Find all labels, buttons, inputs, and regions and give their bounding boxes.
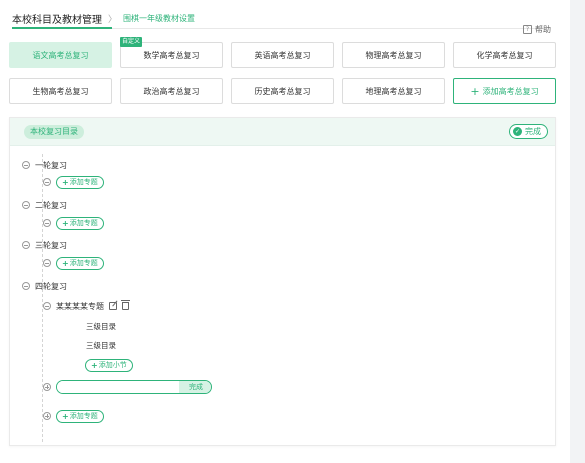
subject-label: 语文高考总复习 (32, 50, 89, 60)
subject-label: 地理高考总复习 (365, 86, 422, 96)
plus-icon: + (62, 218, 69, 228)
breadcrumb-root[interactable]: 本校科目及教材管理 (12, 11, 102, 26)
tree-node-round-1: 一轮复习 (22, 158, 67, 172)
add-topic-label: 添加专题 (69, 412, 98, 420)
plus-icon: + (62, 258, 69, 268)
tree-node-topic: 某某某某专题 (43, 299, 130, 313)
subject-label: 政治高考总复习 (143, 86, 200, 96)
add-section-label: 添加小节 (98, 361, 127, 369)
subject-label: 历史高考总复习 (254, 86, 311, 96)
round-label: 二轮复习 (35, 200, 67, 210)
topic-label: 某某某某专题 (56, 301, 104, 311)
expand-icon[interactable] (43, 412, 51, 420)
collapse-icon[interactable] (22, 201, 30, 209)
header-active-underline (12, 27, 112, 29)
new-topic-field: 完成 (56, 380, 212, 394)
tree-node-level3: 三级目录 (86, 319, 116, 333)
add-subject-button[interactable]: + 添加高考总复习 (453, 78, 556, 104)
plus-icon: + (62, 177, 69, 187)
new-topic-done-button[interactable]: 完成 (179, 381, 211, 393)
add-topic-button[interactable]: + 添加专题 (56, 175, 104, 189)
tree-row-add-topic: + 添加专题 (43, 216, 104, 230)
plus-icon: + (91, 360, 98, 370)
add-subject-label: 添加高考总复习 (482, 86, 539, 96)
collapse-icon[interactable] (22, 241, 30, 249)
tree-row-add-topic: + 添加专题 (43, 409, 104, 423)
page-main: 本校科目及教材管理 〉 围棋一年级教材设置 ? 帮助 语文高考总复习 自定义 数… (0, 0, 570, 463)
breadcrumb: 本校科目及教材管理 〉 围棋一年级教材设置 (12, 11, 195, 26)
help-label: 帮助 (535, 25, 551, 34)
subject-english-button[interactable]: 英语高考总复习 (231, 42, 334, 68)
tree-row-new-topic: 完成 (43, 380, 212, 394)
tree-node-round-2: 二轮复习 (22, 198, 67, 212)
subject-politics-button[interactable]: 政治高考总复习 (120, 78, 223, 104)
subject-label: 数学高考总复习 (143, 50, 200, 60)
add-topic-button[interactable]: + 添加专题 (56, 256, 104, 270)
check-circle-icon: ✓ (513, 127, 522, 136)
panel-title: 本校复习目录 (24, 125, 84, 139)
breadcrumb-separator-icon: 〉 (108, 15, 118, 25)
round-label: 一轮复习 (35, 160, 67, 170)
tree-row-add-topic: + 添加专题 (43, 256, 104, 270)
catalog-tree: 一轮复习 + 添加专题 二轮复习 + 添加专题 三轮复习 + 添加专题 四轮复习… (22, 154, 542, 442)
review-catalog-panel: 本校复习目录 ✓ 完成 一轮复习 + 添加专题 二轮复习 + 添加专题 三轮复习… (9, 117, 556, 446)
subject-chemistry-button[interactable]: 化学高考总复习 (453, 42, 556, 68)
tree-node-round-3: 三轮复习 (22, 238, 67, 252)
collapse-icon[interactable] (43, 259, 51, 267)
add-topic-button[interactable]: + 添加专题 (56, 409, 104, 423)
subject-biology-button[interactable]: 生物高考总复习 (9, 78, 112, 104)
collapse-icon[interactable] (43, 219, 51, 227)
collapse-icon[interactable] (43, 178, 51, 186)
subject-geography-button[interactable]: 地理高考总复习 (342, 78, 445, 104)
new-topic-input[interactable] (57, 381, 179, 393)
collapse-icon[interactable] (22, 161, 30, 169)
subject-label: 化学高考总复习 (476, 50, 533, 60)
tree-row-add-section: + 添加小节 (85, 358, 133, 372)
add-topic-label: 添加专题 (69, 259, 98, 267)
tree-node-round-4: 四轮复习 (22, 279, 67, 293)
tree-node-level3: 三级目录 (86, 338, 116, 352)
subject-grid: 语文高考总复习 自定义 数学高考总复习 英语高考总复习 物理高考总复习 化学高考… (9, 37, 556, 104)
add-section-button[interactable]: + 添加小节 (85, 358, 133, 372)
subject-label: 英语高考总复习 (254, 50, 311, 60)
tree-row-add-topic: + 添加专题 (43, 175, 104, 189)
subject-label: 物理高考总复习 (365, 50, 422, 60)
level3-label: 三级目录 (86, 340, 116, 350)
panel-header: 本校复习目录 ✓ 完成 (10, 118, 555, 146)
level3-label: 三级目录 (86, 321, 116, 331)
plus-icon: + (62, 411, 69, 421)
subject-physics-button[interactable]: 物理高考总复习 (342, 42, 445, 68)
expand-icon[interactable] (43, 383, 51, 391)
subject-history-button[interactable]: 历史高考总复习 (231, 78, 334, 104)
round-label: 三轮复习 (35, 240, 67, 250)
add-topic-label: 添加专题 (69, 178, 98, 186)
subject-chinese-button[interactable]: 语文高考总复习 (9, 42, 112, 68)
breadcrumb-current[interactable]: 围棋一年级教材设置 (123, 13, 195, 24)
custom-tag: 自定义 (120, 37, 143, 47)
plus-icon: + (470, 84, 480, 98)
trash-icon[interactable] (121, 300, 130, 310)
collapse-icon[interactable] (43, 302, 51, 310)
panel-done-button[interactable]: ✓ 完成 (509, 124, 548, 139)
subject-label: 生物高考总复习 (32, 86, 89, 96)
subject-math-button[interactable]: 自定义 数学高考总复习 (120, 37, 223, 68)
help-button[interactable]: ? 帮助 (523, 24, 551, 35)
add-topic-button[interactable]: + 添加专题 (56, 216, 104, 230)
collapse-icon[interactable] (22, 282, 30, 290)
help-icon: ? (523, 25, 532, 34)
round-label: 四轮复习 (35, 281, 67, 291)
add-topic-label: 添加专题 (69, 219, 98, 227)
done-label: 完成 (525, 127, 541, 136)
edit-icon[interactable] (109, 302, 117, 310)
